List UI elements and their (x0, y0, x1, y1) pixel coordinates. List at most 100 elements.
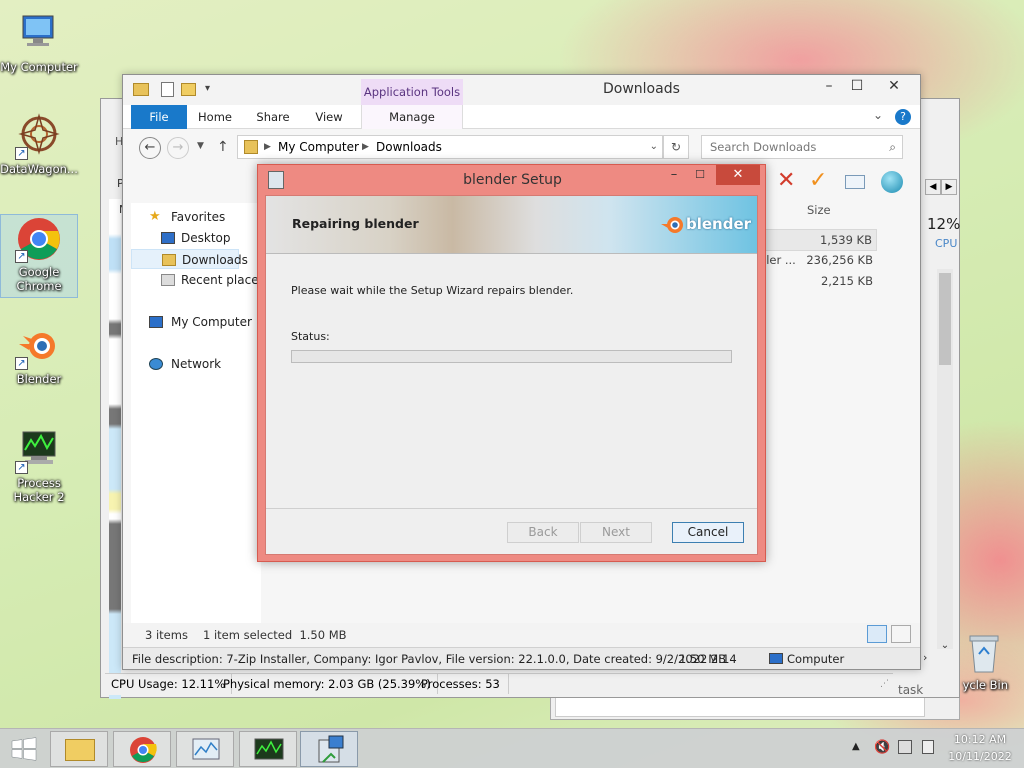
file-row[interactable]: 1,539 KB (763, 229, 877, 251)
taskbar-blender-setup[interactable] (300, 731, 358, 767)
address-bar[interactable]: ▶ My Computer ▶ Downloads ⌄ (237, 135, 663, 159)
globe-icon[interactable] (881, 171, 903, 193)
desktop-icon-blender[interactable]: ↗ Blender (0, 322, 78, 386)
rename-icon[interactable] (845, 175, 865, 189)
breadcrumb-my-computer[interactable]: My Computer (278, 136, 359, 158)
maximize-button[interactable]: ☐ (843, 75, 871, 97)
tab-view[interactable]: View (305, 105, 353, 129)
computer-icon (15, 10, 63, 58)
desktop-icon-process-hacker[interactable]: ↗ Process Hacker 2 (0, 426, 78, 504)
tab-file[interactable]: File (131, 105, 187, 129)
nav-recent-places[interactable]: Recent places (131, 270, 265, 290)
file-row[interactable]: 2,215 KB (763, 271, 877, 293)
search-icon[interactable]: ⌕ (889, 136, 896, 158)
ph-cpu-label: CPU (935, 237, 958, 250)
explorer-statusbar: 3 items 1 item selected 1.50 MB (123, 623, 920, 647)
refresh-button[interactable]: ↻ (663, 135, 689, 159)
details-view-button[interactable] (867, 625, 887, 643)
item-count: 3 items (145, 628, 188, 642)
nav-network[interactable]: Network (131, 354, 257, 374)
column-header-size[interactable]: Size (807, 203, 831, 217)
chrome-icon: ↗ (15, 215, 63, 263)
action-center-icon[interactable] (922, 740, 934, 754)
ribbon-expand-icon[interactable]: ⌄ (873, 108, 883, 122)
nav-label: Favorites (171, 210, 226, 224)
back-button[interactable]: Back (507, 522, 579, 543)
search-input[interactable]: Search Downloads (710, 136, 816, 158)
computer-icon (149, 316, 163, 328)
close-button[interactable]: ✕ (873, 75, 915, 97)
clock-time[interactable]: 10:12 AM (948, 733, 1012, 746)
ph-expand-arrow-icon[interactable]: › (923, 651, 927, 664)
help-icon[interactable]: ? (895, 109, 911, 125)
taskbar-process-hacker-2[interactable] (239, 731, 297, 767)
nav-desktop[interactable]: Desktop (131, 228, 257, 248)
file-row[interactable]: ller ... 236,256 KB (763, 250, 877, 272)
file-size: 236,256 KB (806, 253, 873, 267)
desktop-icon-label: DataWagon... (0, 162, 78, 176)
network-status-icon[interactable] (898, 740, 912, 754)
ph-scroll-thumb[interactable] (939, 273, 951, 365)
windows-logo-icon (11, 737, 37, 761)
address-dropdown-icon[interactable]: ⌄ (650, 136, 658, 158)
ph-scroll-right-button[interactable]: ▶ (941, 179, 957, 195)
desktop-icon (161, 232, 175, 244)
forward-button[interactable]: → (167, 137, 189, 159)
desktop-icon-datawagon[interactable]: ↗ DataWagon... (0, 112, 78, 176)
nav-label: Network (171, 357, 222, 371)
recent-locations-icon[interactable]: ▼ (197, 141, 204, 151)
dialog-maximize-button[interactable]: ☐ (688, 167, 712, 185)
dialog-close-button[interactable]: ✕ (716, 165, 760, 185)
breadcrumb-downloads[interactable]: Downloads (376, 136, 442, 158)
new-folder-icon[interactable] (181, 83, 196, 96)
large-icons-view-button[interactable] (891, 625, 911, 643)
taskbar-process-hacker[interactable] (176, 731, 234, 767)
ph-task-input[interactable]: task (898, 683, 958, 697)
check-icon[interactable]: ✓ (809, 169, 827, 193)
taskbar: ▲ 🔇 10:12 AM 10/11/2022 (0, 728, 1024, 768)
ph-scroll-left-button[interactable]: ◀ (925, 179, 941, 195)
delete-icon[interactable]: ✕ (777, 169, 795, 193)
desktop-icon-my-computer[interactable]: My Computer (0, 10, 78, 74)
minimize-button[interactable]: – (815, 75, 843, 97)
next-button[interactable]: Next (580, 522, 652, 543)
blender-setup-dialog[interactable]: blender Setup – ☐ ✕ Repairing blender bl… (257, 164, 766, 562)
star-icon: ★ (149, 209, 161, 224)
ph-cpu-usage: CPU Usage: 12.11% (111, 674, 233, 694)
selection-info: 1 item selected 1.50 MB (203, 628, 347, 642)
up-button[interactable]: ↑ (217, 139, 229, 155)
nav-label: My Computer (171, 315, 252, 329)
tray-show-hidden-icon[interactable]: ▲ (852, 741, 860, 752)
button-separator (266, 508, 757, 509)
setup-heading: Repairing blender (292, 216, 419, 231)
shortcut-arrow-icon: ↗ (15, 250, 28, 263)
datawagon-icon: ↗ (15, 112, 63, 160)
chrome-icon (130, 737, 157, 763)
tab-share[interactable]: Share (249, 105, 297, 129)
start-button[interactable] (0, 729, 48, 768)
tab-manage[interactable]: Manage (361, 105, 463, 129)
taskbar-chrome[interactable] (113, 731, 171, 767)
volume-muted-icon[interactable]: 🔇 (874, 740, 890, 755)
cancel-button[interactable]: Cancel (672, 522, 744, 543)
recycle-bin-icon (964, 630, 1004, 676)
nav-favorites[interactable]: ★ Favorites (131, 207, 257, 227)
file-explorer-icon (65, 739, 95, 761)
properties-icon[interactable] (161, 82, 174, 97)
resize-grip-icon[interactable]: ⋰ (880, 674, 889, 694)
search-box[interactable]: Search Downloads ⌕ (701, 135, 903, 159)
folder-icon (133, 83, 149, 96)
quick-access-dropdown-icon[interactable]: ▾ (205, 83, 210, 94)
desktop-icon-google-chrome[interactable]: ↗ Google Chrome (0, 214, 78, 298)
ph-scroll-down-icon[interactable]: ⌄ (937, 640, 953, 651)
back-button[interactable]: ← (139, 137, 161, 159)
explorer-titlebar[interactable]: ▾ Application Tools Downloads – ☐ ✕ (123, 75, 920, 105)
desktop-icon-label: Google Chrome (16, 265, 62, 293)
nav-my-computer[interactable]: My Computer (131, 312, 257, 332)
dialog-minimize-button[interactable]: – (662, 167, 686, 185)
nav-downloads[interactable]: Downloads (131, 249, 248, 269)
clock-date[interactable]: 10/11/2022 (948, 750, 1012, 763)
ph-scrollbar[interactable]: ⌄ (937, 269, 953, 651)
tab-home[interactable]: Home (193, 105, 237, 129)
taskbar-explorer[interactable] (50, 731, 108, 767)
